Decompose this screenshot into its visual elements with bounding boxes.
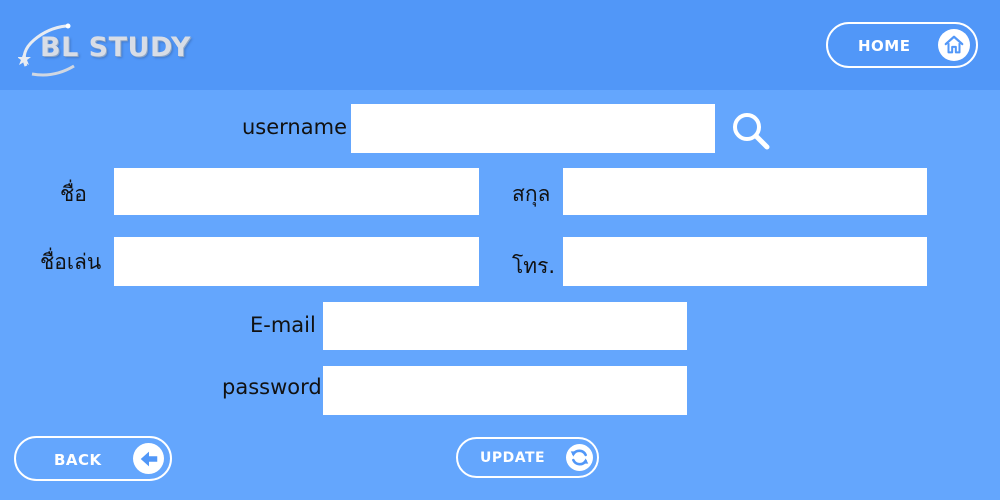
username-label: username: [242, 115, 347, 139]
logo-text: BL STUDY: [40, 32, 191, 63]
first-name-label: ชื่อ: [60, 182, 87, 206]
last-name-label: สกุล: [512, 182, 551, 206]
last-name-input[interactable]: [563, 168, 927, 215]
first-name-input[interactable]: [114, 168, 479, 215]
back-button[interactable]: BACK: [14, 436, 172, 481]
update-button-label: UPDATE: [480, 450, 546, 466]
back-button-label: BACK: [54, 451, 102, 469]
phone-label: โทร.: [512, 254, 556, 278]
header-bar: BL STUDY HOME: [0, 0, 1000, 90]
password-label: password: [222, 375, 322, 399]
phone-input[interactable]: [563, 237, 927, 286]
search-icon[interactable]: [728, 108, 774, 154]
nickname-label: ชื่อเล่น: [40, 250, 102, 274]
home-icon: [938, 29, 970, 61]
home-button[interactable]: HOME: [826, 22, 978, 68]
update-button[interactable]: UPDATE: [456, 437, 599, 478]
username-input[interactable]: [351, 104, 715, 153]
arrow-left-icon: [133, 443, 164, 474]
nickname-input[interactable]: [114, 237, 479, 286]
email-input[interactable]: [323, 302, 687, 350]
email-label: E-mail: [250, 313, 316, 337]
home-button-label: HOME: [858, 37, 911, 55]
refresh-icon: [566, 444, 593, 471]
bl-study-logo[interactable]: BL STUDY: [18, 22, 218, 78]
password-input[interactable]: [323, 366, 687, 415]
